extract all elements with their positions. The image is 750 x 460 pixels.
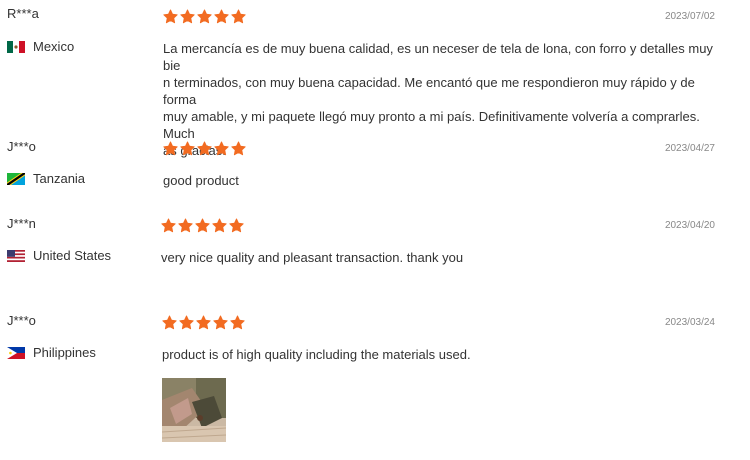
mexico-flag-icon: [7, 40, 25, 53]
star-icon: [179, 315, 194, 330]
star-icon: [163, 9, 178, 24]
review-text-line: La mercancía es de muy buena calidad, es…: [163, 41, 713, 73]
review-photo-thumbnail[interactable]: [162, 378, 226, 442]
review-date: 2023/07/02: [664, 11, 715, 22]
star-rating: [163, 9, 246, 24]
review-text-line: good product: [163, 173, 239, 188]
star-icon: [212, 218, 227, 233]
review-date: 2023/04/27: [664, 143, 715, 154]
star-icon: [195, 218, 210, 233]
reviewer-name: J***o: [7, 139, 36, 154]
review-text-line: product is of high quality including the…: [162, 347, 471, 362]
review-text-line: n terminados, con muy buena capacidad. M…: [163, 75, 695, 107]
reviewer-country: Mexico: [7, 39, 74, 54]
reviewer-country: Philippines: [7, 345, 96, 360]
star-rating: [161, 218, 244, 233]
star-icon: [213, 315, 228, 330]
star-icon: [231, 9, 246, 24]
star-icon: [197, 9, 212, 24]
country-label: Philippines: [33, 345, 96, 360]
star-icon: [180, 9, 195, 24]
star-icon: [162, 315, 177, 330]
reviewer-name: J***n: [7, 216, 36, 231]
review-text-line: muy amable, y mi paquete llegó muy pront…: [163, 109, 700, 141]
star-rating: [162, 315, 245, 330]
star-icon: [180, 141, 195, 156]
star-icon: [229, 218, 244, 233]
star-icon: [196, 315, 211, 330]
star-icon: [178, 218, 193, 233]
united-states-flag-icon: [7, 249, 25, 262]
country-label: Mexico: [33, 39, 75, 54]
reviewer-country: United States: [7, 248, 111, 263]
review-text: very nice quality and pleasant transacti…: [161, 249, 721, 266]
reviewer-country: Tanzania: [7, 171, 85, 186]
star-icon: [231, 141, 246, 156]
star-icon: [163, 141, 178, 156]
review-date: 2023/04/20: [664, 220, 715, 231]
tanzania-flag-icon: [7, 172, 25, 185]
review-date: 2023/03/24: [664, 317, 715, 328]
country-label: Tanzania: [33, 171, 86, 186]
philippines-flag-icon: [7, 346, 25, 359]
country-label: United States: [33, 248, 112, 263]
star-icon: [214, 141, 229, 156]
reviewer-name: R***a: [7, 6, 39, 21]
review-text: good product: [163, 172, 723, 189]
review-text-line: as gracias!: [163, 143, 226, 158]
star-icon: [230, 315, 245, 330]
star-icon: [161, 218, 176, 233]
review-text-line: very nice quality and pleasant transacti…: [161, 250, 464, 265]
star-icon: [214, 9, 229, 24]
star-rating: [163, 141, 246, 156]
star-icon: [197, 141, 212, 156]
review-text: product is of high quality including the…: [162, 346, 722, 363]
reviewer-name: J***o: [7, 313, 36, 328]
review-text: La mercancía es de muy buena calidad, es…: [163, 40, 723, 159]
